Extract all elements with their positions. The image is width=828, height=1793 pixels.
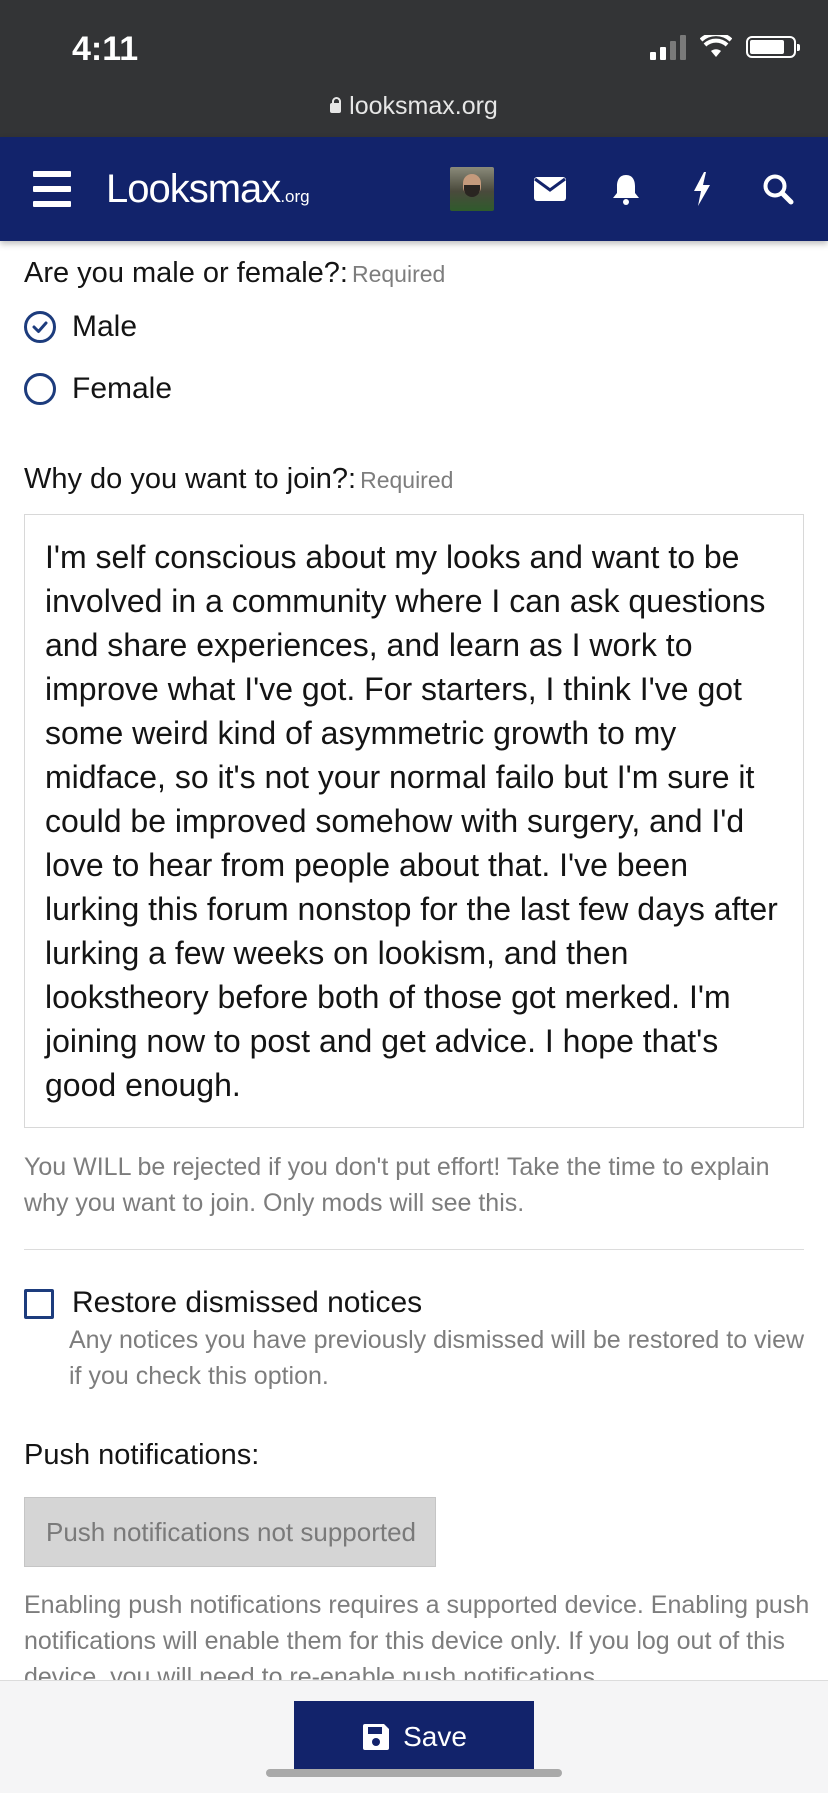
status-bar: 4:11 looksmax.org: [0, 0, 828, 137]
url-text: looksmax.org: [349, 92, 498, 120]
radio-female-label: Female: [72, 372, 173, 405]
why-join-label: Why do you want to join?:: [24, 463, 357, 495]
bell-icon[interactable]: [606, 169, 646, 209]
battery-icon: [746, 36, 800, 58]
lightning-icon[interactable]: [682, 169, 722, 209]
system-icons: [650, 34, 800, 60]
logo-text: Looksmax: [106, 167, 281, 211]
form-footer: Save: [0, 1680, 828, 1793]
required-tag: Required: [351, 261, 446, 287]
why-join-hint: You WILL be rejected if you don't put ef…: [24, 1153, 770, 1217]
site-logo[interactable]: Looksmax.org: [106, 167, 310, 212]
url-bar[interactable]: looksmax.org: [0, 92, 828, 121]
radio-male[interactable]: Male: [24, 310, 137, 344]
radio-checked-icon[interactable]: [24, 311, 56, 343]
menu-icon[interactable]: [33, 171, 71, 207]
save-button[interactable]: Save: [294, 1701, 534, 1773]
section-divider: [24, 1249, 804, 1250]
logo-suffix: .org: [280, 187, 310, 206]
gender-label: Are you male or female?:: [24, 257, 348, 289]
push-notifications-label: Push notifications:: [24, 1439, 260, 1471]
inbox-icon[interactable]: [530, 169, 570, 209]
restore-notices-option[interactable]: Restore dismissed notices: [24, 1286, 422, 1320]
radio-male-label: Male: [72, 310, 138, 343]
push-notifications-hint: Enabling push notifications requires a s…: [24, 1591, 810, 1691]
header-nav: [450, 167, 798, 211]
clock: 4:11: [72, 30, 139, 68]
save-icon: [363, 1724, 390, 1750]
why-join-textarea[interactable]: I'm self conscious about my looks and wa…: [24, 514, 804, 1128]
radio-unchecked-icon[interactable]: [24, 373, 56, 405]
avatar[interactable]: [450, 167, 494, 211]
radio-female[interactable]: Female: [24, 372, 172, 406]
home-indicator: [266, 1769, 562, 1777]
required-tag: Required: [360, 467, 454, 493]
save-label: Save: [403, 1721, 467, 1752]
why-join-question: Why do you want to join?: Required: [24, 463, 453, 496]
restore-notices-label: Restore dismissed notices: [72, 1286, 423, 1319]
lock-icon: [330, 97, 342, 113]
push-notifications-button[interactable]: Push notifications not supported: [24, 1497, 436, 1567]
cellular-signal-icon: [650, 34, 686, 60]
restore-notices-checkbox[interactable]: [24, 1289, 54, 1319]
app-header: Looksmax.org: [0, 137, 828, 241]
restore-notices-hint: Any notices you have previously dismisse…: [69, 1326, 805, 1390]
gender-question: Are you male or female?: Required: [24, 257, 445, 290]
wifi-icon: [700, 35, 732, 57]
search-icon[interactable]: [758, 169, 798, 209]
